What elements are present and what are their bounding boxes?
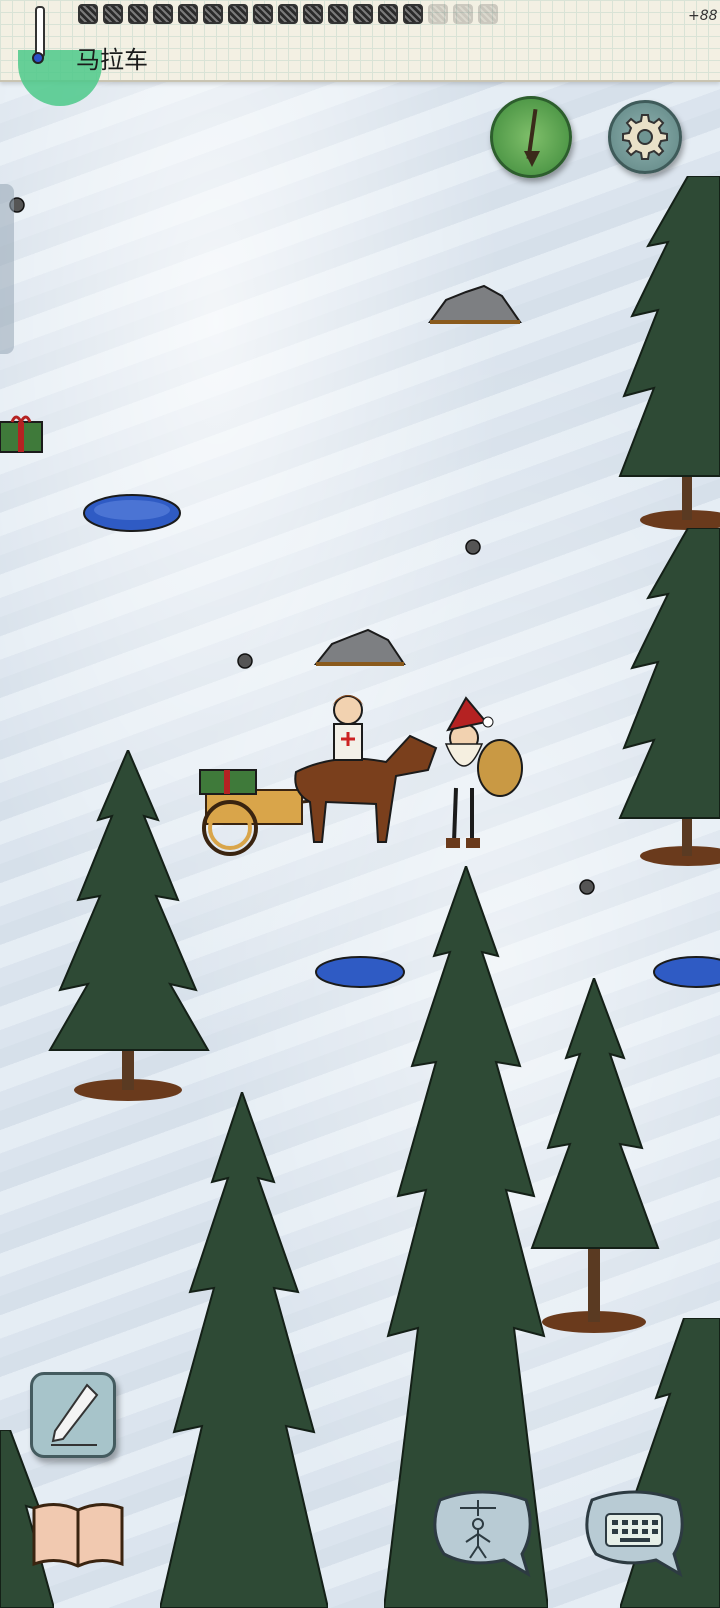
thermometer-icon xyxy=(32,6,45,66)
rock[interactable] xyxy=(312,626,408,668)
compass-button[interactable] xyxy=(490,96,572,178)
inventory-slot[interactable] xyxy=(478,4,498,24)
inventory-slot[interactable] xyxy=(278,4,298,24)
status-bar: +88 马拉车 xyxy=(0,0,720,106)
gift-box[interactable] xyxy=(0,412,46,454)
settings-button[interactable] xyxy=(608,100,682,174)
inventory-slot[interactable] xyxy=(303,4,323,24)
inventory-slot[interactable] xyxy=(228,4,248,24)
inventory-slot[interactable] xyxy=(203,4,223,24)
pine-tree xyxy=(618,528,720,866)
pebble[interactable] xyxy=(464,538,482,556)
inventory-slot[interactable] xyxy=(153,4,173,24)
horse-cart-scene[interactable] xyxy=(196,692,528,868)
inventory-slot[interactable] xyxy=(128,4,148,24)
gear-icon xyxy=(622,114,668,160)
ice-hole xyxy=(83,494,181,532)
pine-tree xyxy=(530,978,660,1333)
journal-button[interactable] xyxy=(30,1372,116,1458)
side-drawer-handle[interactable] xyxy=(0,184,14,354)
puppet-button[interactable] xyxy=(430,1490,534,1578)
inventory-slot[interactable] xyxy=(78,4,98,24)
inventory-slot[interactable] xyxy=(453,4,473,24)
pine-tree xyxy=(618,176,720,530)
inventory-strip[interactable] xyxy=(78,4,498,30)
inventory-slot[interactable] xyxy=(428,4,448,24)
pencil-icon xyxy=(51,1383,99,1446)
pine-tree xyxy=(160,1092,328,1608)
inventory-slot[interactable] xyxy=(253,4,273,24)
inventory-slot[interactable] xyxy=(103,4,123,24)
inventory-counter: +88 xyxy=(688,8,718,24)
inventory-slot[interactable] xyxy=(403,4,423,24)
inventory-slot[interactable] xyxy=(178,4,198,24)
inventory-slot[interactable] xyxy=(353,4,373,24)
book-icon[interactable] xyxy=(30,1500,126,1572)
pebble[interactable] xyxy=(236,652,254,670)
rock[interactable] xyxy=(426,282,524,326)
location-title: 马拉车 xyxy=(76,46,148,74)
pine-tree xyxy=(48,750,210,1101)
keyboard-icon xyxy=(605,1513,663,1547)
inventory-slot[interactable] xyxy=(328,4,348,24)
inventory-slot[interactable] xyxy=(378,4,398,24)
pebble[interactable] xyxy=(578,878,596,896)
keyboard-button[interactable] xyxy=(582,1490,686,1578)
